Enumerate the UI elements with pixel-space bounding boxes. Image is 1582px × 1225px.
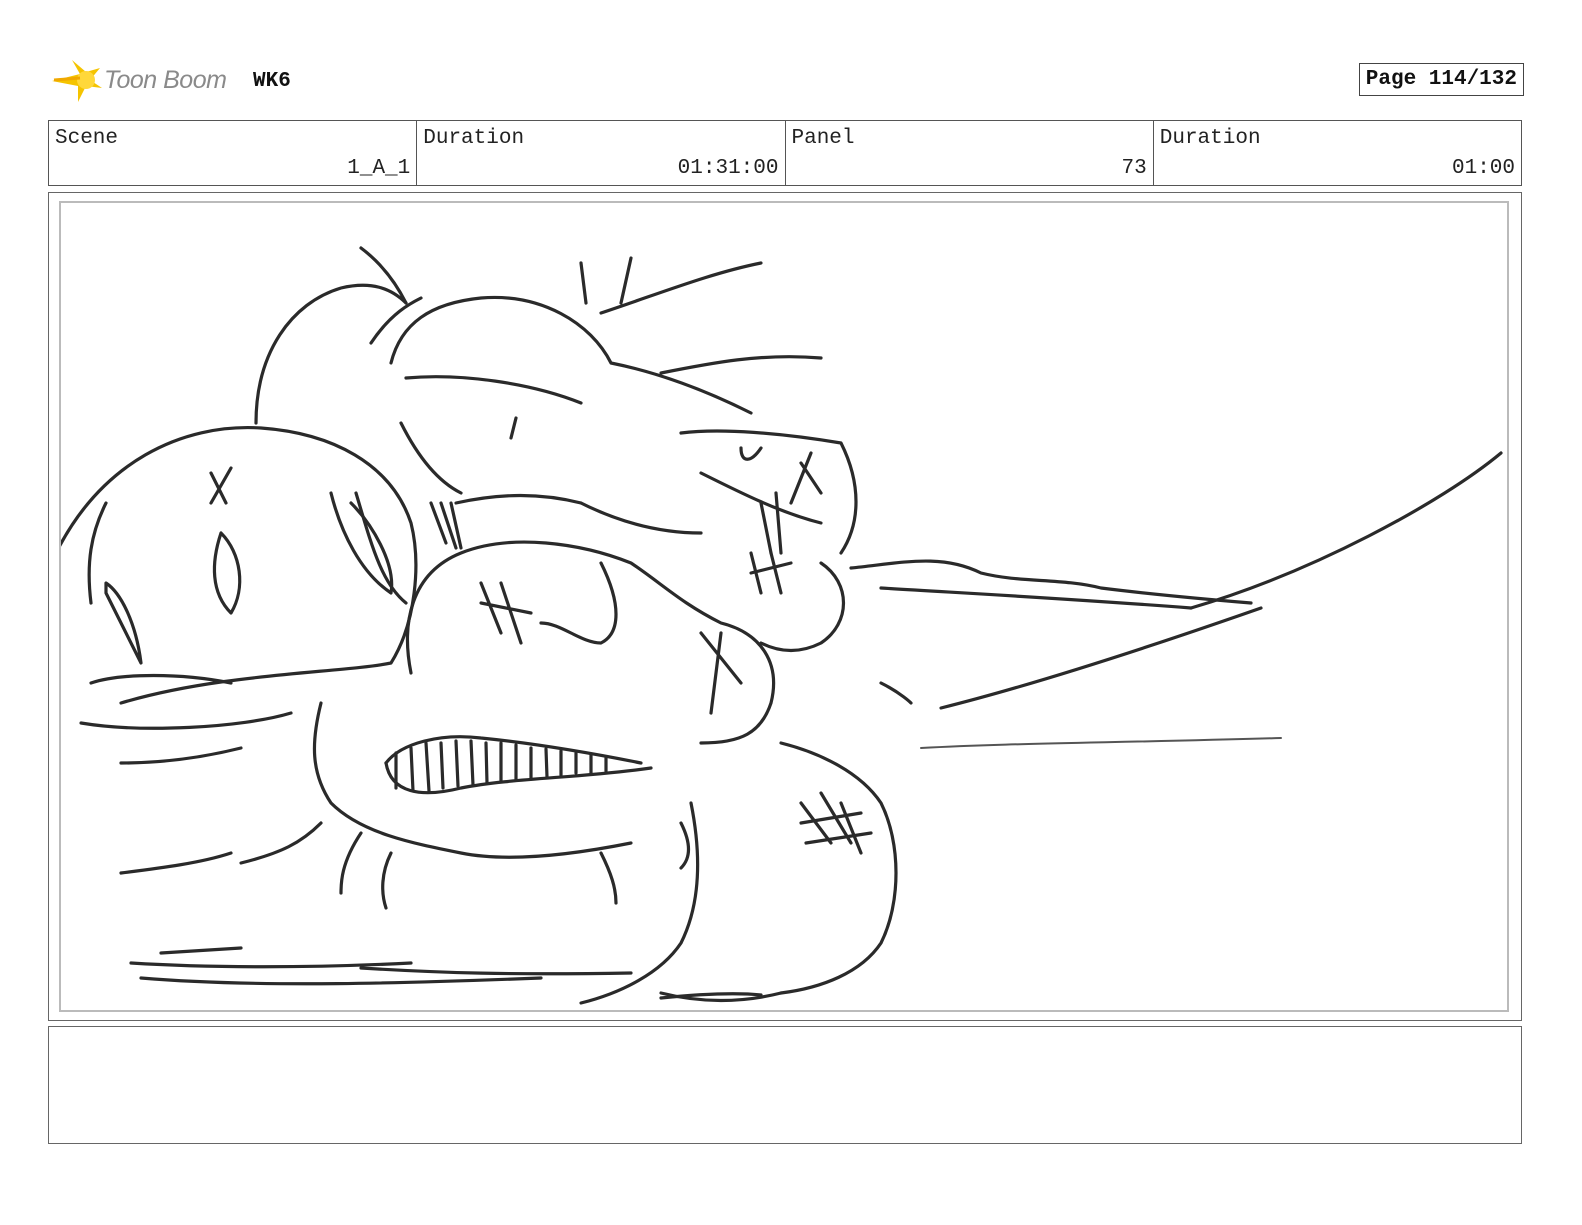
starburst-icon xyxy=(52,60,102,102)
panel-cell: Panel 73 xyxy=(786,121,1154,185)
scene-label: Scene xyxy=(55,127,119,150)
logo-text: Toon Boom xyxy=(104,66,227,94)
scene-duration-value: 01:31:00 xyxy=(677,157,779,180)
project-title: WK6 xyxy=(253,70,291,93)
panel-duration-value: 01:00 xyxy=(1451,157,1515,180)
panel-notes xyxy=(48,1026,1522,1144)
page-header: Toon Boom WK6 Page 114/132 xyxy=(48,54,1524,108)
panel-drawing-area xyxy=(59,201,1509,1012)
panel-value: 73 xyxy=(1121,157,1147,180)
panel-duration-label: Duration xyxy=(1159,127,1261,150)
storyboard-panel xyxy=(48,192,1522,1021)
panel-label: Panel xyxy=(791,127,855,150)
scene-duration-cell: Duration 01:31:00 xyxy=(417,121,786,185)
scene-duration-label: Duration xyxy=(423,127,525,150)
scene-value: 1_A_1 xyxy=(347,157,411,180)
page-number: Page 114/132 xyxy=(1358,63,1524,96)
panel-duration-cell: Duration 01:00 xyxy=(1154,121,1521,185)
scene-info-table: Scene 1_A_1 Duration 01:31:00 Panel 73 D… xyxy=(48,120,1522,186)
storyboard-sketch xyxy=(61,246,1503,1005)
scene-cell: Scene 1_A_1 xyxy=(49,121,418,185)
toon-boom-logo: Toon Boom xyxy=(50,54,250,108)
